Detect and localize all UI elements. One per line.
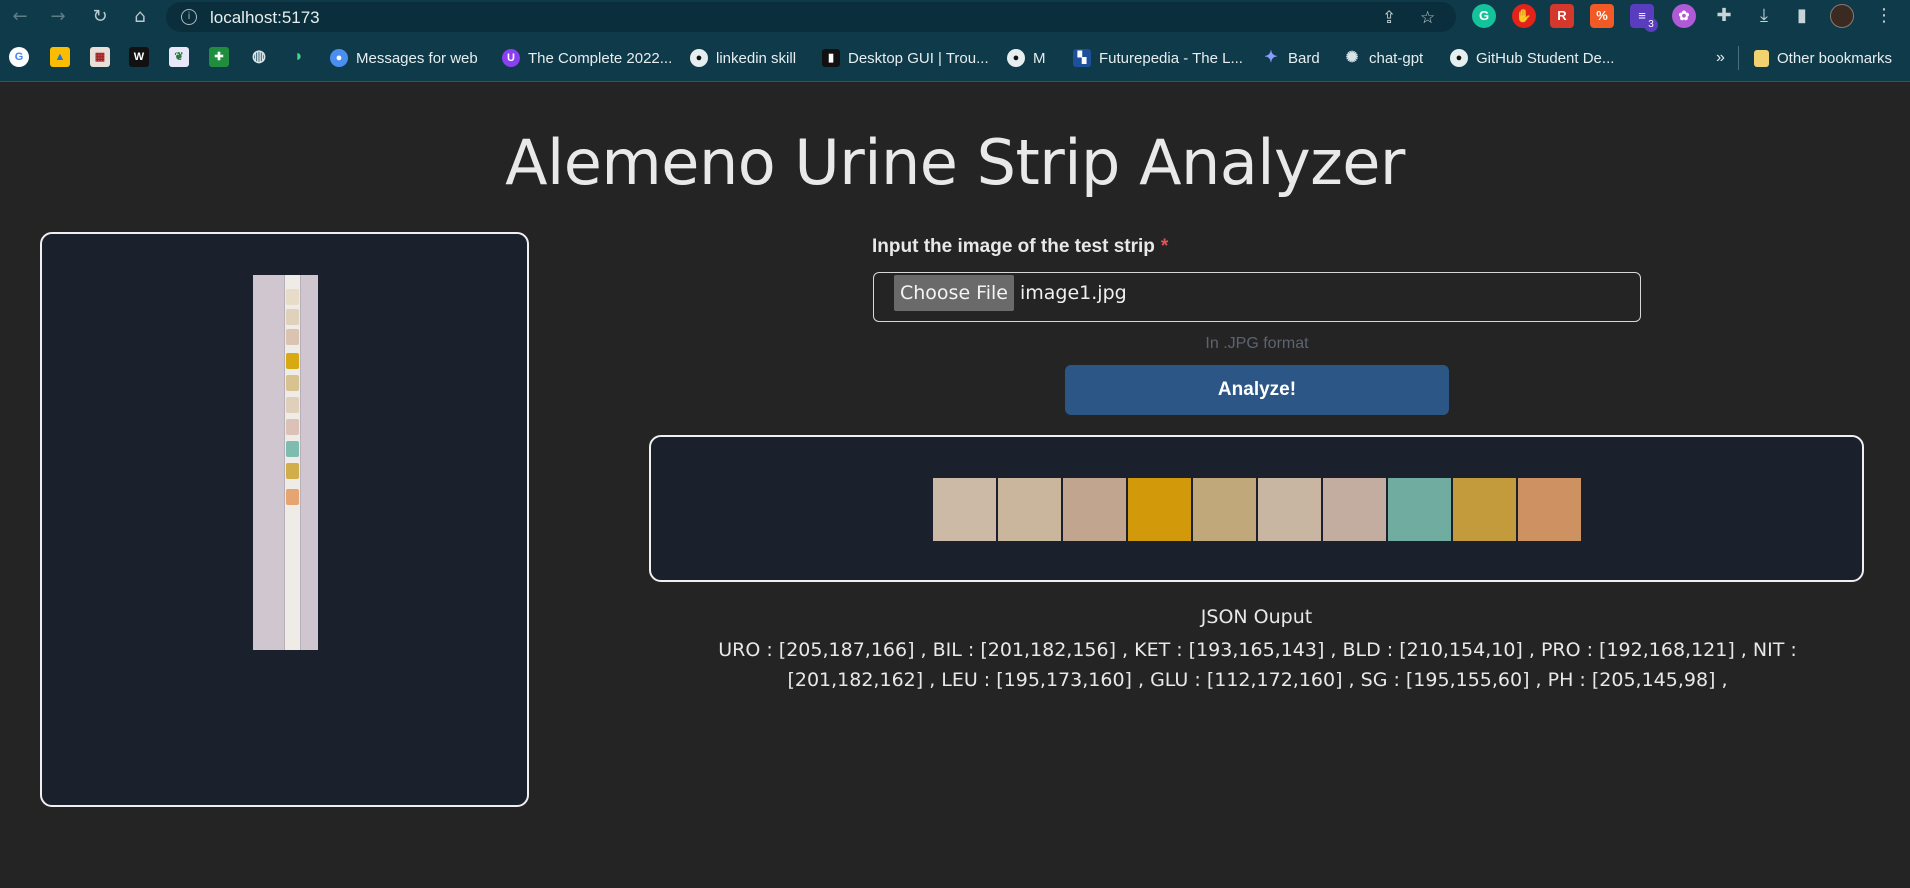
home-icon[interactable]: ⌂: [128, 5, 152, 29]
bookmark-github-student[interactable]: ● GitHub Student De...: [1450, 48, 1614, 68]
strip-pad: [286, 375, 299, 391]
address-bar[interactable]: i localhost:5173 ⇪ ☆: [166, 2, 1456, 32]
bard-icon: ✦: [1264, 49, 1278, 66]
google-ads-icon[interactable]: ▲: [50, 47, 70, 67]
bookmark-bard[interactable]: ✦ Bard: [1262, 48, 1320, 68]
android-icon[interactable]: ◗: [289, 47, 309, 67]
color-swatch: [1518, 478, 1581, 541]
side-panel-icon[interactable]: ▮: [1790, 4, 1814, 28]
file-input[interactable]: Choose File image1.jpg: [873, 272, 1641, 322]
extensions-puzzle-icon[interactable]: ✚: [1712, 4, 1736, 28]
json-output-text: URO : [205,187,166] , BIL : [201,182,156…: [718, 639, 1797, 691]
strip-pad: [286, 489, 299, 505]
strip-pad: [286, 441, 299, 457]
color-swatch: [933, 478, 996, 541]
chatgpt-icon: ✺: [1345, 49, 1359, 66]
bookmark-label: The Complete 2022...: [528, 49, 673, 67]
color-swatch: [1258, 478, 1321, 541]
extension-red-icon[interactable]: R: [1550, 4, 1574, 28]
other-bookmarks[interactable]: Other bookmarks: [1754, 48, 1892, 68]
github-icon: ●: [1450, 49, 1468, 67]
reload-icon[interactable]: ↻: [88, 5, 112, 29]
strip-pad: [286, 309, 299, 325]
bookmark-desktop-gui[interactable]: ▮ Desktop GUI | Trou...: [822, 48, 989, 68]
bookmark-page-icon: ▮: [822, 49, 840, 67]
grammarly-icon[interactable]: G: [1472, 4, 1496, 28]
color-swatch: [1063, 478, 1126, 541]
color-swatch: [1323, 478, 1386, 541]
bookmarks-overflow-button[interactable]: »: [1716, 48, 1725, 68]
strip-pad: [286, 289, 299, 305]
analyze-button[interactable]: Analyze!: [1065, 365, 1449, 415]
test-strip-photo: [253, 275, 318, 650]
bookmark-label: Other bookmarks: [1777, 49, 1893, 67]
github-icon: ●: [1007, 49, 1025, 67]
menu-kebab-icon[interactable]: ⋮: [1872, 4, 1896, 28]
futurepedia-icon: ▚: [1073, 49, 1091, 67]
extension-orange-icon[interactable]: %: [1590, 4, 1614, 28]
bookmark-udemy[interactable]: U The Complete 2022...: [502, 48, 672, 68]
address-url[interactable]: localhost:5173: [210, 8, 320, 28]
uploaded-image-preview: [40, 232, 529, 807]
json-output-heading: JSON Ouput: [1200, 606, 1313, 628]
swatch-row: [933, 478, 1581, 541]
star-icon[interactable]: ☆: [1420, 8, 1435, 28]
adblock-icon[interactable]: ✋: [1512, 4, 1536, 28]
bookmark-futurepedia[interactable]: ▚ Futurepedia - The L...: [1073, 48, 1243, 68]
bookmark-chat-gpt[interactable]: ✺ chat-gpt: [1343, 48, 1424, 68]
file-input-label: Input the image of the test strip *: [872, 236, 1168, 258]
choose-file-button[interactable]: Choose File: [894, 275, 1014, 311]
brain-extension-icon[interactable]: ✿: [1672, 4, 1696, 28]
color-swatch: [1193, 478, 1256, 541]
bookmark-label: Desktop GUI | Trou...: [848, 49, 989, 67]
strip-pad: [286, 353, 299, 369]
selected-file-name: image1.jpg: [1020, 282, 1127, 304]
bookmark-label: Futurepedia - The L...: [1099, 49, 1243, 67]
back-icon[interactable]: ←: [8, 5, 32, 29]
color-swatch: [998, 478, 1061, 541]
bookmark-label: linkedin skill: [716, 49, 797, 67]
bookmark-leaf-icon[interactable]: ❦: [169, 47, 189, 67]
bookmark-label: Bard: [1288, 49, 1320, 67]
downloads-icon[interactable]: ⤓: [1752, 4, 1776, 28]
messages-icon: ●: [330, 49, 348, 67]
share-icon[interactable]: ⇪: [1382, 8, 1396, 28]
bookmark-linkedin-skill[interactable]: ● linkedin skill: [690, 48, 796, 68]
forward-icon[interactable]: →: [46, 5, 70, 29]
browser-toolbar: ← → ↻ ⌂ i localhost:5173 ⇪ ☆ G ✋ R % ≡ 3…: [0, 0, 1910, 34]
bookmark-label: M: [1033, 49, 1046, 67]
file-format-helper: In .JPG format: [1205, 335, 1309, 352]
w-bookmark-icon[interactable]: W: [129, 47, 149, 67]
bookmark-thumbnail-icon[interactable]: ▦: [90, 47, 110, 67]
google-icon[interactable]: G: [9, 47, 29, 67]
globe-icon[interactable]: ◍: [249, 47, 269, 67]
color-swatch: [1128, 478, 1191, 541]
required-asterisk: *: [1160, 236, 1169, 257]
bookmarks-bar: G ▲ ▦ W ❦ ✚ ◍ ◗ ● Messages for web U The…: [0, 34, 1910, 82]
bookmark-label: Messages for web: [356, 49, 478, 67]
extension-count-badge: 3: [1644, 18, 1658, 32]
color-swatch-panel: [649, 435, 1864, 582]
bookmarks-separator: [1738, 46, 1739, 70]
bookmark-m[interactable]: ● M: [1007, 48, 1046, 68]
strip-pad: [286, 329, 299, 345]
strip-pad: [286, 419, 299, 435]
strip-pad: [286, 463, 299, 479]
google-classroom-icon[interactable]: ✚: [209, 47, 229, 67]
color-swatch: [1388, 478, 1451, 541]
bookmark-label: GitHub Student De...: [1476, 49, 1615, 67]
color-swatch: [1453, 478, 1516, 541]
strip-pad: [286, 397, 299, 413]
bookmark-messages[interactable]: ● Messages for web: [330, 48, 478, 68]
bookmark-label: chat-gpt: [1369, 49, 1424, 67]
site-info-icon[interactable]: i: [181, 9, 197, 25]
file-input-label-text: Input the image of the test strip: [872, 236, 1155, 257]
folder-icon: [1754, 49, 1769, 67]
udemy-icon: U: [502, 49, 520, 67]
page-title: Alemeno Urine Strip Analyzer: [505, 126, 1405, 199]
profile-avatar[interactable]: [1830, 4, 1854, 28]
github-icon: ●: [690, 49, 708, 67]
